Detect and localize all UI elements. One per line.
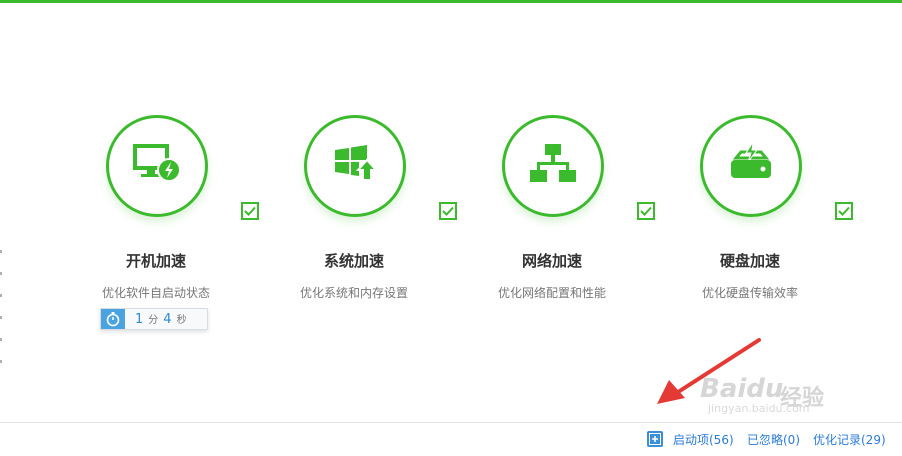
baidu-watermark: Baidu 经验 jingyan.baidu.com [700, 360, 900, 420]
monitor-bolt-icon [133, 144, 181, 182]
disk-speedup-checkbox[interactable] [835, 202, 853, 220]
feature-disk-speedup[interactable]: 硬盘加速 优化硬盘传输效率 [650, 108, 853, 308]
feature-boot-speedup[interactable]: 开机加速 优化软件自启动状态 [56, 108, 259, 308]
top-accent-line [0, 0, 902, 3]
checkmark-icon [838, 206, 850, 216]
timer-minutes: 1 [135, 312, 144, 327]
disk-speedup-circle[interactable] [700, 115, 853, 220]
boot-speedup-circle[interactable] [106, 115, 259, 220]
speedup-window: 开机加速 优化软件自启动状态 系统加速 优化系统和内存设置 网络加速 优化网络配… [0, 0, 902, 456]
feature-description: 优化网络配置和性能 [497, 286, 606, 300]
windows-up-icon [335, 145, 379, 181]
ignored-items-link[interactable]: 已忽略(0) [747, 431, 800, 448]
network-icon [530, 144, 576, 182]
watermark-url: jingyan.baidu.com [708, 402, 810, 415]
timer-minutes-unit: 分 [148, 315, 159, 326]
feature-network-speedup[interactable]: 网络加速 优化网络配置和性能 [452, 108, 655, 308]
feature-description: 优化系统和内存设置 [299, 286, 408, 300]
feature-description: 优化软件自启动状态 [101, 286, 210, 300]
harddisk-bolt-icon [731, 141, 771, 178]
startup-items-icon[interactable] [647, 431, 663, 447]
startup-items-link[interactable]: 启动项(56) [673, 431, 734, 448]
feature-title: 网络加速 [521, 252, 582, 270]
timer-seconds: 4 [163, 312, 172, 327]
bottom-bar: 启动项(56) 已忽略(0) 优化记录(29) [0, 422, 902, 456]
network-speedup-circle[interactable] [502, 115, 655, 220]
left-edge-artifact [0, 250, 2, 370]
timer-value: 1分4秒 [135, 311, 192, 327]
feature-title: 硬盘加速 [719, 252, 780, 270]
elapsed-timer: 1分4秒 [100, 308, 208, 330]
timer-seconds-unit: 秒 [176, 315, 187, 326]
system-speedup-circle[interactable] [304, 115, 457, 220]
feature-title: 开机加速 [125, 252, 186, 270]
feature-description: 优化硬盘传输效率 [701, 286, 798, 300]
optimization-history-link[interactable]: 优化记录(29) [813, 431, 886, 448]
feature-title: 系统加速 [323, 252, 384, 270]
watermark-brand: Baidu [700, 374, 784, 404]
feature-system-speedup[interactable]: 系统加速 优化系统和内存设置 [254, 108, 457, 308]
stopwatch-icon [101, 309, 125, 329]
